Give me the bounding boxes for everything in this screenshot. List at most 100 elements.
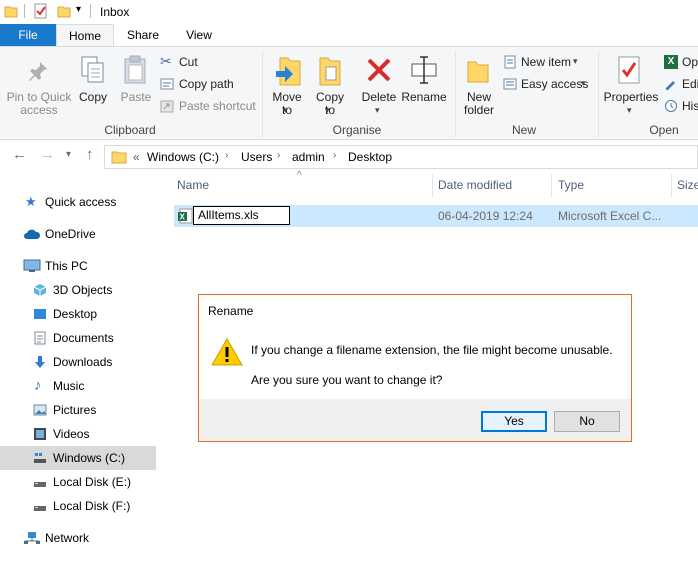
computer-icon xyxy=(23,259,41,272)
recent-locations-icon[interactable]: ▾ xyxy=(66,149,71,160)
breadcrumb-separator-icon: › xyxy=(225,150,229,161)
dialog-question: Are you sure you want to change it? xyxy=(251,373,443,387)
tab-file[interactable]: File xyxy=(0,24,56,46)
open-label: Op xyxy=(682,55,698,69)
folder-icon xyxy=(111,151,127,164)
dialog-title: Rename xyxy=(208,304,254,318)
sidebar-item-windows-c[interactable]: Windows (C:) xyxy=(0,446,156,470)
title-bar: ▾ Inbox xyxy=(0,0,698,24)
column-header-name[interactable]: Name xyxy=(177,178,209,192)
column-header-date-modified[interactable]: Date modified xyxy=(438,178,512,192)
cut-label: Cut xyxy=(179,55,198,69)
excel-file-icon: X xyxy=(178,208,193,224)
dialog-footer: Yes No xyxy=(199,399,631,441)
column-divider[interactable] xyxy=(551,174,552,198)
history-label: His xyxy=(682,99,698,113)
sidebar-item-label: Documents xyxy=(53,331,114,345)
column-divider[interactable] xyxy=(432,174,433,198)
organise-group-label: Organise xyxy=(332,123,382,137)
forward-arrow-icon[interactable]: → xyxy=(40,146,55,163)
no-button[interactable]: No xyxy=(554,411,620,432)
svg-text:X: X xyxy=(180,213,186,222)
sidebar-item-3d-objects[interactable]: 3D Objects xyxy=(0,278,156,302)
sidebar-item-label: Downloads xyxy=(53,355,113,369)
table-row[interactable]: X AllItems.xls 06-04-2019 12:24 Microsof… xyxy=(174,205,698,227)
chevron-down-icon: ▾ xyxy=(283,105,288,115)
copy-path-label: Copy path xyxy=(179,77,234,91)
tab-view[interactable]: View xyxy=(176,24,222,46)
sidebar-item-local-disk-f[interactable]: Local Disk (F:) xyxy=(0,494,156,518)
history-icon xyxy=(665,100,677,112)
edit-label: Edi xyxy=(682,77,698,91)
column-header-type[interactable]: Type xyxy=(558,178,584,192)
properties-qat-icon[interactable] xyxy=(33,3,49,19)
sidebar-item-label: Videos xyxy=(53,427,90,441)
qat-dropdown-icon[interactable]: ▾ xyxy=(76,4,81,15)
cube-icon xyxy=(33,284,47,296)
column-divider[interactable] xyxy=(671,174,672,198)
easy-access-icon xyxy=(503,78,517,90)
new-folder-icon xyxy=(467,61,489,83)
copy-label: Copy xyxy=(78,90,107,104)
sidebar-item-this-pc[interactable]: This PC xyxy=(0,254,156,278)
sidebar-item-label: Network xyxy=(45,531,90,545)
videos-icon xyxy=(34,428,46,440)
sidebar-item-pictures[interactable]: Pictures xyxy=(0,398,156,422)
breadcrumb-desktop[interactable]: Desktop xyxy=(348,150,392,164)
sidebar-item-quick-access[interactable]: ★ Quick access xyxy=(0,190,156,214)
download-icon xyxy=(35,356,45,368)
sidebar-item-videos[interactable]: Videos xyxy=(0,422,156,446)
clipboard-group-label: Clipboard xyxy=(104,123,156,137)
navigation-pane: ★ Quick access OneDrive This PC 3D Objec… xyxy=(0,180,158,572)
pin-icon xyxy=(29,62,47,81)
sidebar-item-local-disk-e[interactable]: Local Disk (E:) xyxy=(0,470,156,494)
sidebar-item-network[interactable]: Network xyxy=(0,526,156,550)
new-folder-label: New folder xyxy=(463,90,495,117)
ribbon-tabs: File Home Share View xyxy=(0,24,698,47)
folder-icon xyxy=(4,6,18,18)
ribbon: Pin to Quick access Copy Paste ✂ Cut Cop… xyxy=(0,46,698,140)
sidebar-item-music[interactable]: ♪ Music xyxy=(0,374,156,398)
tab-home[interactable]: Home xyxy=(56,24,114,47)
sidebar-item-onedrive[interactable]: OneDrive xyxy=(0,222,156,246)
chevron-down-icon: ▾ xyxy=(627,105,632,115)
address-bar[interactable]: « Windows (C:) › Users › admin › Desktop xyxy=(104,145,698,169)
chevron-down-icon: ▾ xyxy=(573,56,578,66)
rename-input[interactable]: AllItems.xls xyxy=(193,206,290,225)
tab-share[interactable]: Share xyxy=(120,24,166,46)
breadcrumb-admin[interactable]: admin xyxy=(292,150,325,164)
rename-icon xyxy=(411,56,437,84)
back-arrow-icon[interactable]: ← xyxy=(12,146,27,163)
breadcrumb-windows-c[interactable]: Windows (C:) xyxy=(147,150,219,164)
sidebar-item-label: Local Disk (E:) xyxy=(53,475,132,489)
chevron-down-icon: ▾ xyxy=(581,78,586,88)
chevron-down-icon: ▾ xyxy=(325,105,330,115)
warning-icon xyxy=(211,337,243,366)
open-group-label: Open xyxy=(649,123,679,137)
breadcrumb-users[interactable]: Users xyxy=(241,150,272,164)
scissors-icon: ✂ xyxy=(160,53,172,69)
sidebar-item-desktop[interactable]: Desktop xyxy=(0,302,156,326)
column-header-size[interactable]: Size xyxy=(677,178,698,192)
pin-label: Pin to Quick access xyxy=(6,90,72,117)
new-item-label: New item xyxy=(521,55,572,69)
sidebar-item-downloads[interactable]: Downloads xyxy=(0,350,156,374)
star-icon: ★ xyxy=(25,194,37,209)
sidebar-item-label: Windows (C:) xyxy=(53,451,126,465)
properties-icon xyxy=(618,56,640,84)
rename-dialog: Rename If you change a filename extensio… xyxy=(198,294,632,442)
sidebar-item-label: Desktop xyxy=(53,307,98,321)
new-group-label: New xyxy=(511,123,536,137)
ribbon-separator xyxy=(455,51,456,137)
sidebar-item-label: Quick access xyxy=(45,195,117,209)
yes-button[interactable]: Yes xyxy=(481,411,547,432)
paste-icon xyxy=(124,55,146,84)
new-folder-qat-icon[interactable] xyxy=(57,4,71,18)
breadcrumb-overflow[interactable]: « xyxy=(133,150,140,164)
window-title: Inbox xyxy=(100,5,130,19)
edit-icon xyxy=(666,81,675,90)
chevron-down-icon: ▾ xyxy=(375,105,380,115)
disk-icon xyxy=(34,506,46,511)
up-arrow-icon[interactable]: ↑ xyxy=(86,146,94,163)
sidebar-item-documents[interactable]: Documents xyxy=(0,326,156,350)
